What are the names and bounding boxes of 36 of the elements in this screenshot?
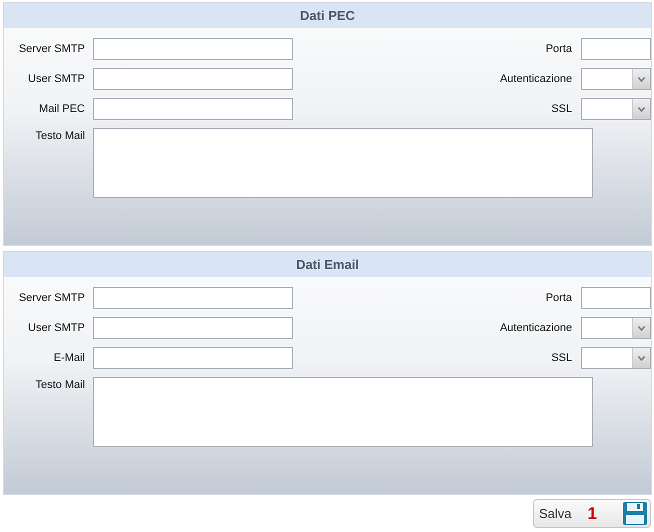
message-field[interactable] — [93, 377, 593, 447]
message-field[interactable] — [93, 128, 593, 198]
field-label: SSL — [551, 103, 572, 115]
section-header: Dati PEC — [4, 3, 651, 28]
input-field[interactable] — [92, 347, 293, 369]
annotation-number: 1 — [588, 504, 597, 524]
input-field[interactable] — [92, 38, 292, 60]
field-label: E-Mail — [54, 352, 85, 364]
section-header: Dati Email — [4, 252, 651, 277]
field-label: Porta — [546, 292, 572, 304]
input-field[interactable] — [92, 68, 293, 90]
chevron-down-icon — [638, 76, 645, 82]
field-label: Porta — [546, 43, 572, 55]
field-label: User SMTP — [28, 322, 85, 334]
chevron-down-icon — [638, 326, 645, 330]
field-label: Autenticazione — [500, 73, 572, 85]
dropdown[interactable] — [581, 68, 651, 90]
chevron-down-icon — [638, 356, 645, 360]
field-label: Autenticazione — [500, 322, 572, 334]
input-field[interactable] — [92, 317, 293, 339]
field-label: Testo Mail — [35, 379, 85, 391]
dropdown[interactable] — [581, 347, 651, 369]
input-field[interactable] — [92, 98, 293, 120]
input-field[interactable] — [581, 38, 651, 60]
dropdown[interactable] — [581, 317, 651, 339]
field-label: Server SMTP — [18, 43, 85, 55]
field-label: Testo Mail — [35, 130, 85, 142]
field-label: User SMTP — [28, 73, 85, 85]
field-label: SSL — [551, 352, 572, 364]
input-field[interactable] — [581, 287, 651, 309]
dropdown[interactable] — [581, 98, 651, 120]
save-button[interactable]: Salva 1 — [533, 499, 651, 528]
chevron-down-icon — [638, 106, 645, 112]
input-field[interactable] — [92, 287, 292, 309]
field-label: Mail PEC — [39, 103, 85, 115]
field-label: Server SMTP — [18, 292, 85, 304]
